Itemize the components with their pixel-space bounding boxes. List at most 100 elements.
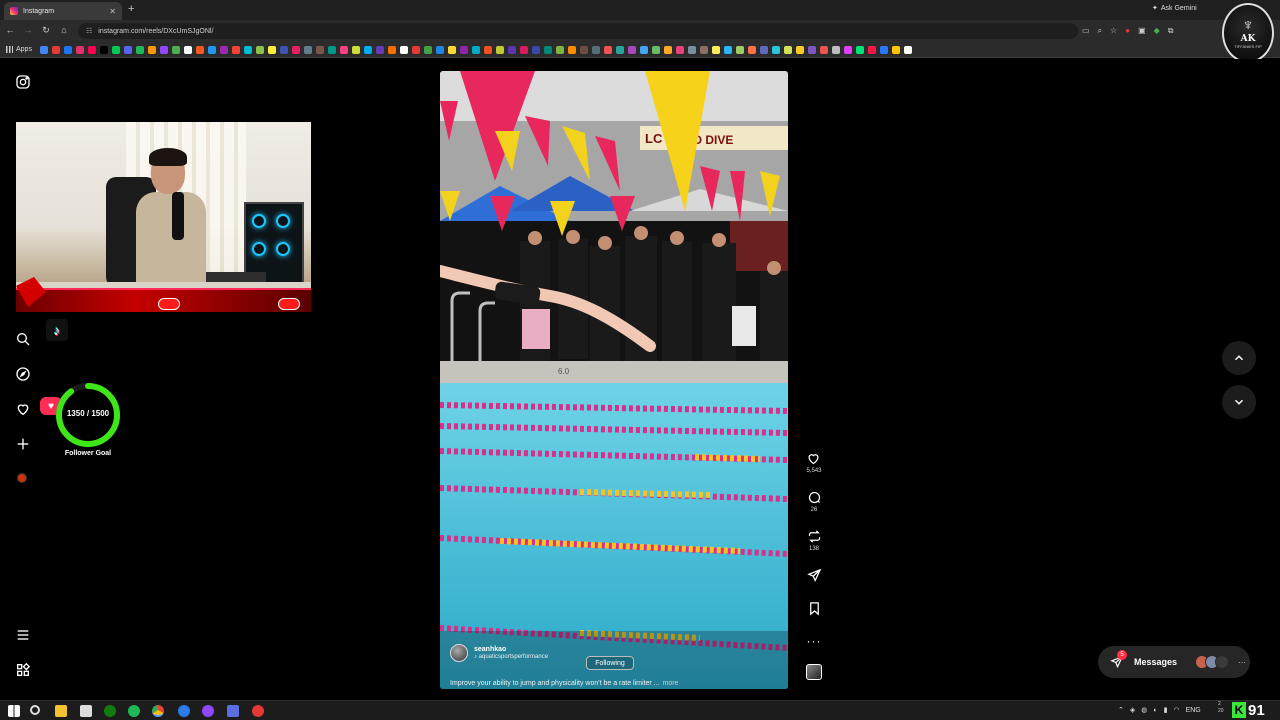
bookmark-icon[interactable] [843, 45, 852, 54]
extension-icon[interactable]: ▣ [1138, 26, 1146, 36]
bookmark-star-icon[interactable]: ☆ [1110, 26, 1117, 36]
install-icon[interactable]: ▭ [1082, 26, 1090, 36]
bookmark-icon[interactable] [291, 45, 300, 54]
close-tab-icon[interactable]: ✕ [109, 7, 116, 16]
bookmark-icon[interactable] [819, 45, 828, 54]
bookmark-icon[interactable] [891, 45, 900, 54]
reel-video[interactable]: LC AND DIVE 6.0 seanhkao ♪ aquaticsports… [440, 71, 788, 689]
reload-icon[interactable]: ↻ [40, 25, 52, 36]
bookmark-icon[interactable] [507, 45, 516, 54]
extension-red-icon[interactable]: ● [1125, 26, 1130, 36]
bookmark-icon[interactable] [135, 45, 144, 54]
ask-gemini-button[interactable]: ✦ Ask Gemini [1152, 4, 1197, 13]
bookmark-icon[interactable] [807, 45, 816, 54]
comment-button[interactable]: 26 [807, 490, 822, 513]
author-avatar[interactable] [450, 644, 468, 662]
search-taskbar-icon[interactable] [30, 705, 40, 715]
bookmark-icon[interactable] [279, 45, 288, 54]
bookmark-icon[interactable] [147, 45, 156, 54]
browser-tab[interactable]: Instagram ✕ [4, 2, 122, 20]
bookmark-icon[interactable] [363, 45, 372, 54]
apps-bookmark[interactable]: Apps [6, 46, 32, 53]
zoom-icon[interactable]: ⌕ [1098, 26, 1102, 36]
bookmark-icon[interactable] [735, 45, 744, 54]
create-icon[interactable] [14, 435, 32, 453]
bookmark-icon[interactable] [567, 45, 576, 54]
audio-button[interactable] [806, 664, 822, 680]
bookmark-icon[interactable] [183, 45, 192, 54]
bookmark-icon[interactable] [675, 45, 684, 54]
bookmark-icon[interactable] [303, 45, 312, 54]
network-icon[interactable]: ◍ [1141, 706, 1147, 714]
search-icon[interactable] [14, 330, 32, 348]
bookmark-icon[interactable] [783, 45, 792, 54]
bookmark-icon[interactable] [651, 45, 660, 54]
app-icon[interactable] [202, 705, 214, 717]
bookmark-icon[interactable] [483, 45, 492, 54]
next-reel-button[interactable] [1222, 385, 1256, 419]
wifi-icon[interactable]: ◠ [1173, 706, 1179, 714]
extensions-puzzle-icon[interactable]: ⧉ [1168, 26, 1174, 36]
bookmark-icon[interactable] [867, 45, 876, 54]
repost-button[interactable]: 138 [807, 529, 822, 552]
bookmark-icon[interactable] [207, 45, 216, 54]
bookmark-icon[interactable] [351, 45, 360, 54]
bookmark-icon[interactable] [315, 45, 324, 54]
bookmark-icon[interactable] [255, 45, 264, 54]
extension-green-icon[interactable]: ◆ [1154, 26, 1160, 36]
following-button[interactable]: Following [586, 656, 634, 670]
bookmark-icon[interactable] [387, 45, 396, 54]
bookmark-icon[interactable] [219, 45, 228, 54]
bookmark-icon[interactable] [663, 45, 672, 54]
share-button[interactable] [806, 568, 822, 583]
heart-icon[interactable] [14, 400, 32, 418]
bookmark-icon[interactable] [723, 45, 732, 54]
browser-icon[interactable] [178, 705, 190, 717]
back-icon[interactable]: ← [4, 25, 16, 35]
bookmark-icon[interactable] [519, 45, 528, 54]
reel-author[interactable]: seanhkao ♪ aquaticsportsperformance [450, 644, 548, 662]
messages-button[interactable]: 5 Messages ··· [1098, 646, 1250, 678]
bookmark-icon[interactable] [603, 45, 612, 54]
volume-icon[interactable]: ◐ [1153, 707, 1157, 714]
bookmark-icon[interactable] [195, 45, 204, 54]
more-icon[interactable] [14, 661, 32, 679]
bookmark-icon[interactable] [435, 45, 444, 54]
bookmark-icon[interactable] [375, 45, 384, 54]
tray-language[interactable]: ENG [1186, 707, 1201, 714]
bookmark-icon[interactable] [543, 45, 552, 54]
profile-icon[interactable] [17, 473, 27, 483]
bookmark-icon[interactable] [831, 45, 840, 54]
bookmark-icon[interactable] [879, 45, 888, 54]
bookmark-icon[interactable] [51, 45, 60, 54]
bookmark-icon[interactable] [627, 45, 636, 54]
bookmark-icon[interactable] [471, 45, 480, 54]
new-tab-icon[interactable]: + [128, 3, 134, 15]
bookmark-icon[interactable] [159, 45, 168, 54]
reel-caption[interactable]: Improve your ability to jump and physica… [450, 680, 678, 687]
instagram-icon[interactable] [14, 73, 32, 91]
previous-reel-button[interactable] [1222, 341, 1256, 375]
obs-icon[interactable] [252, 705, 264, 717]
author-collaborator[interactable]: ♪ aquaticsportsperformance [474, 654, 548, 660]
bookmark-icon[interactable] [87, 45, 96, 54]
mic-icon[interactable]: ▮ [1164, 706, 1168, 714]
bookmark-icon[interactable] [495, 45, 504, 54]
bookmark-icon[interactable] [759, 45, 768, 54]
bookmark-icon[interactable] [459, 45, 468, 54]
bookmark-icon[interactable] [411, 45, 420, 54]
author-username[interactable]: seanhkao [474, 646, 548, 653]
bookmark-icon[interactable] [171, 45, 180, 54]
bookmark-icon[interactable] [699, 45, 708, 54]
taskbar-clock[interactable]: 2 20 [1218, 701, 1224, 715]
bookmark-icon[interactable] [555, 45, 564, 54]
discord-icon[interactable] [227, 705, 239, 717]
xbox-icon[interactable] [104, 705, 116, 717]
file-explorer-icon[interactable] [55, 705, 67, 717]
bookmark-icon[interactable] [39, 45, 48, 54]
bookmark-icon[interactable] [339, 45, 348, 54]
bookmark-icon[interactable] [123, 45, 132, 54]
menu-icon[interactable] [14, 626, 32, 644]
explore-icon[interactable] [14, 365, 32, 383]
forward-icon[interactable]: → [22, 25, 34, 35]
